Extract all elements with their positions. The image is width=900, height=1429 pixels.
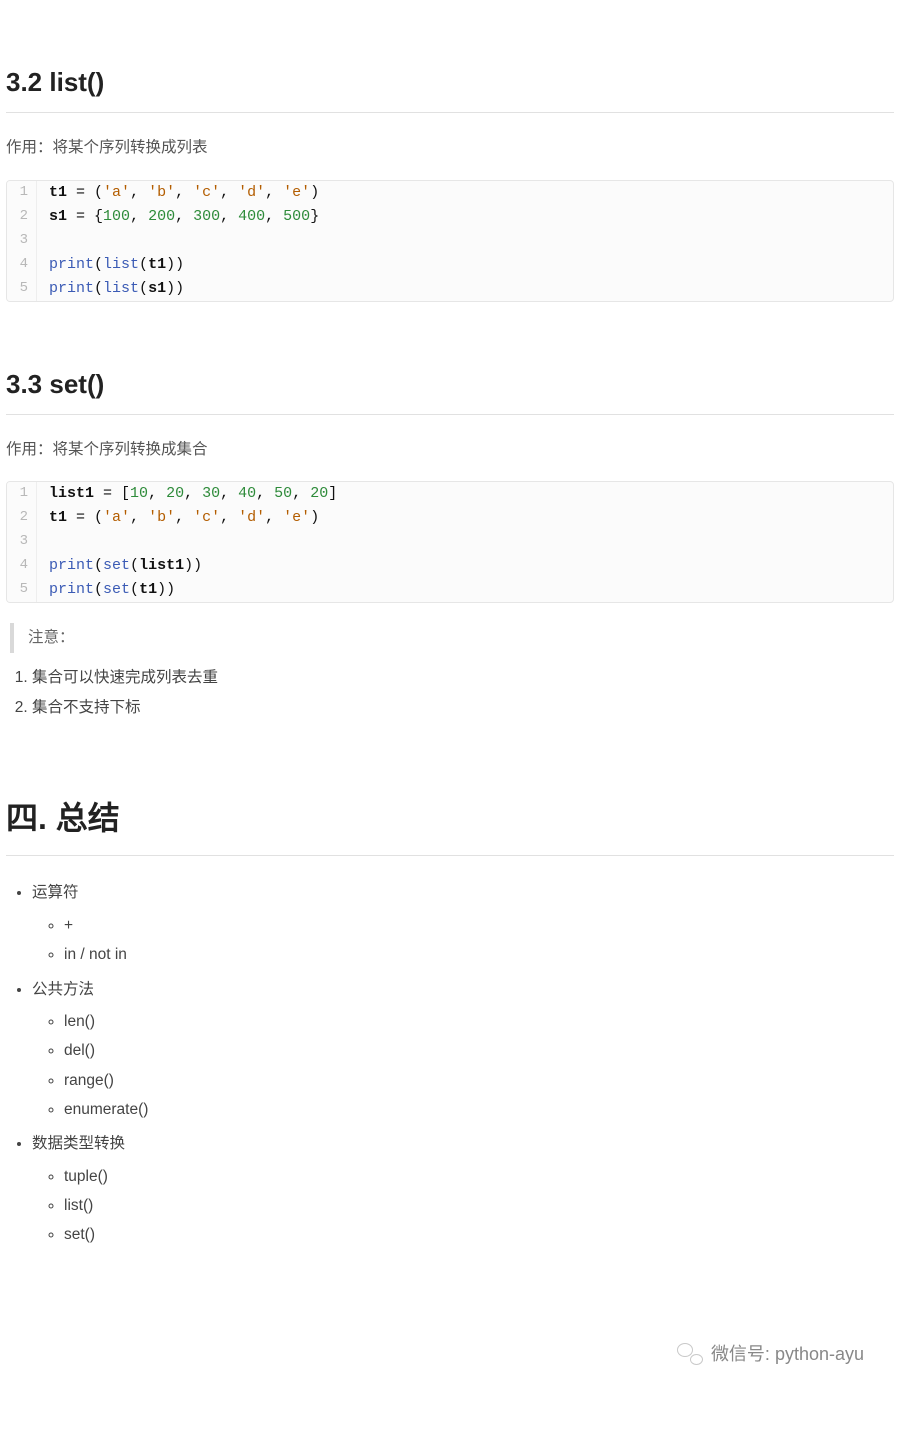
code-line [37,229,58,253]
heading-3-3-set: 3.3 set() [6,362,894,415]
summary-item: del() [64,1038,894,1064]
summary-list: 运算符 + in / not in 公共方法 len() del() range… [6,880,894,1248]
note-item: 集合可以快速完成列表去重 [32,665,894,691]
line-number: 2 [7,205,37,229]
heading-4-summary: 四. 总结 [6,791,894,856]
note-item: 集合不支持下标 [32,695,894,721]
line-number: 5 [7,578,37,602]
heading-3-2-list: 3.2 list() [6,60,894,113]
desc-3-2: 作用：将某个序列转换成列表 [6,135,894,161]
line-number: 3 [7,229,37,253]
line-number: 2 [7,506,37,530]
code-line [37,530,58,554]
line-number: 1 [7,482,37,506]
line-number: 4 [7,253,37,277]
code-block-set: 1 list1 = [10, 20, 30, 40, 50, 20] 2 t1 … [6,481,894,603]
summary-group-label: 公共方法 [32,981,94,998]
code-line: list1 = [10, 20, 30, 40, 50, 20] [37,482,337,506]
wechat-badge: 微信号: python-ayu [677,1339,864,1370]
footer: 微信号: python-ayu [6,1339,894,1370]
summary-item: + [64,913,894,939]
summary-sublist: tuple() list() set() [32,1164,894,1249]
code-line: print(set(t1)) [37,578,175,602]
line-number: 5 [7,277,37,301]
summary-group-operators: 运算符 + in / not in [32,880,894,968]
line-number: 4 [7,554,37,578]
summary-group-methods: 公共方法 len() del() range() enumerate() [32,977,894,1124]
code-line: s1 = {100, 200, 300, 400, 500} [37,205,319,229]
code-line: t1 = ('a', 'b', 'c', 'd', 'e') [37,506,319,530]
code-line: print(list(t1)) [37,253,184,277]
desc-3-3: 作用：将某个序列转换成集合 [6,437,894,463]
summary-group-conversion: 数据类型转换 tuple() list() set() [32,1131,894,1248]
summary-item: set() [64,1222,894,1248]
summary-sublist: len() del() range() enumerate() [32,1009,894,1123]
summary-item: enumerate() [64,1097,894,1123]
line-number: 1 [7,181,37,205]
summary-item: range() [64,1068,894,1094]
summary-item: in / not in [64,942,894,968]
note-list: 集合可以快速完成列表去重 集合不支持下标 [6,665,894,721]
line-number: 3 [7,530,37,554]
summary-group-label: 运算符 [32,884,79,901]
summary-group-label: 数据类型转换 [32,1135,125,1152]
summary-item: list() [64,1193,894,1219]
code-line: print(set(list1)) [37,554,202,578]
code-line: print(list(s1)) [37,277,184,301]
note-block: 注意： [10,623,894,653]
summary-item: len() [64,1009,894,1035]
code-line: t1 = ('a', 'b', 'c', 'd', 'e') [37,181,319,205]
wechat-id-label: 微信号: python-ayu [711,1339,864,1370]
summary-item: tuple() [64,1164,894,1190]
code-block-list: 1 t1 = ('a', 'b', 'c', 'd', 'e') 2 s1 = … [6,180,894,302]
wechat-icon [677,1343,703,1365]
summary-sublist: + in / not in [32,913,894,969]
